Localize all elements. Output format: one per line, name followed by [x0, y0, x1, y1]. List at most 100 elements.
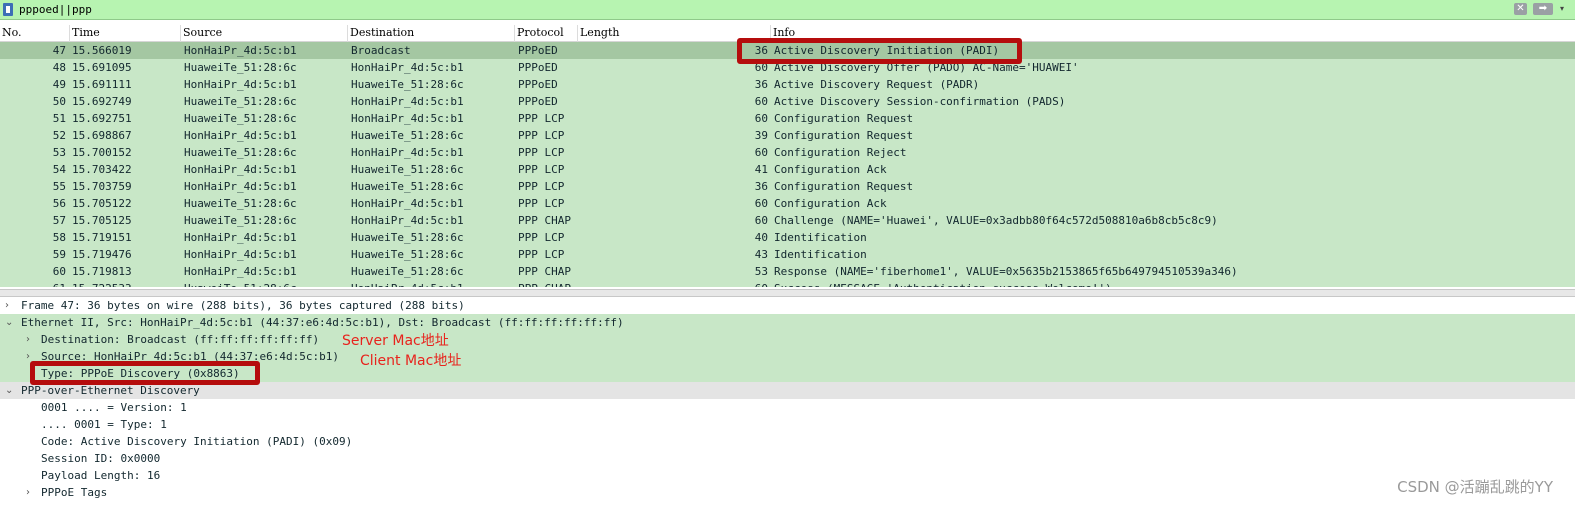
packet-protocol: PPP CHAP	[518, 265, 571, 278]
bookmark-icon[interactable]	[3, 3, 13, 16]
packet-row[interactable]: 55 15.703759 HonHaiPr_4d:5c:b1 HuaweiTe_51:…	[0, 178, 1575, 195]
packet-row[interactable]: 58 15.719151 HonHaiPr_4d:5c:b1 HuaweiTe_51:…	[0, 229, 1575, 246]
packet-length: 60	[754, 197, 768, 210]
packet-protocol: PPP LCP	[518, 197, 565, 210]
packet-row[interactable]: 60 15.719813 HonHaiPr_4d:5c:b1 HuaweiTe_51:…	[0, 263, 1575, 280]
packet-time: 15.719813	[72, 265, 132, 278]
packet-no: 56	[52, 197, 66, 210]
packet-source: HuaweiTe_51:28:6c	[184, 112, 297, 125]
column-header-source[interactable]: Source	[181, 25, 348, 42]
packet-row[interactable]: 59 15.719476 HonHaiPr_4d:5c:b1 HuaweiTe_51:…	[0, 246, 1575, 263]
packet-time: 15.566019	[72, 44, 132, 57]
apply-filter-icon[interactable]: ➡	[1533, 3, 1553, 15]
packet-row[interactable]: 56 15.705122 HuaweiTe_51:28:6c HonHaiPr_4d:…	[0, 195, 1575, 212]
column-header-no[interactable]: No.	[0, 25, 70, 42]
packet-destination: HuaweiTe_51:28:6c	[351, 129, 464, 142]
packet-time: 15.703422	[72, 163, 132, 176]
packet-source: HuaweiTe_51:28:6c	[184, 61, 297, 74]
packet-time: 15.705122	[72, 197, 132, 210]
packet-info: Configuration Request	[774, 112, 914, 125]
packet-info: Success (MESSAGE='Authentication success…	[774, 280, 1112, 287]
detail-tree-item[interactable]: › Frame 47: 36 bytes on wire (288 bits), …	[0, 297, 1575, 314]
packet-row[interactable]: 49 15.691111 HonHaiPr_4d:5c:b1 HuaweiTe_51:…	[0, 76, 1575, 93]
packet-no: 59	[52, 248, 66, 261]
packet-destination: HuaweiTe_51:28:6c	[351, 248, 464, 261]
expand-toggle-icon[interactable]: ›	[5, 297, 15, 314]
detail-tree-item[interactable]: › Destination: Broadcast (ff:ff:ff:ff:ff:…	[0, 331, 1575, 348]
detail-text: Destination: Broadcast (ff:ff:ff:ff:ff:f…	[41, 333, 320, 346]
filter-history-dropdown-icon[interactable]: ▾	[1560, 3, 1570, 15]
detail-tree-item[interactable]: .... 0001 = Type: 1	[0, 416, 1575, 433]
packet-protocol: PPPoED	[518, 44, 558, 57]
packet-source: HuaweiTe_51:28:6c	[184, 280, 297, 287]
packet-no: 49	[52, 78, 66, 91]
display-filter-bar: ✕ ➡ ▾	[0, 0, 1575, 20]
column-header-destination[interactable]: Destination	[348, 25, 515, 42]
column-header-time[interactable]: Time	[70, 25, 181, 42]
packet-protocol: PPPoED	[518, 78, 558, 91]
packet-protocol: PPP LCP	[518, 248, 565, 261]
clear-filter-icon[interactable]: ✕	[1514, 3, 1527, 15]
packet-time: 15.692749	[72, 95, 132, 108]
packet-no: 53	[52, 146, 66, 159]
packet-destination: HuaweiTe_51:28:6c	[351, 78, 464, 91]
detail-tree-item[interactable]: › PPPoE Tags	[0, 484, 1575, 501]
packet-no: 48	[52, 61, 66, 74]
packet-protocol: PPP LCP	[518, 129, 565, 142]
packet-length: 60	[754, 95, 768, 108]
pppoe-type-callout	[30, 361, 260, 385]
expand-toggle-icon[interactable]: ⌄	[5, 314, 15, 331]
packet-protocol: PPPoED	[518, 95, 558, 108]
packet-no: 50	[52, 95, 66, 108]
packet-destination: HuaweiTe_51:28:6c	[351, 231, 464, 244]
detail-tree-item[interactable]: 0001 .... = Version: 1	[0, 399, 1575, 416]
packet-info: Configuration Ack	[774, 197, 887, 210]
detail-text: Payload Length: 16	[41, 469, 161, 482]
packet-row[interactable]: 50 15.692749 HuaweiTe_51:28:6c HonHaiPr_4d:…	[0, 93, 1575, 110]
packet-length: 60	[754, 146, 768, 159]
packet-row[interactable]: 51 15.692751 HuaweiTe_51:28:6c HonHaiPr_4d:…	[0, 110, 1575, 127]
packet-info: Identification	[774, 231, 867, 244]
packet-info: Configuration Request	[774, 180, 914, 193]
packet-time: 15.698867	[72, 129, 132, 142]
packet-row[interactable]: 53 15.700152 HuaweiTe_51:28:6c HonHaiPr_4d:…	[0, 144, 1575, 161]
packet-no: 57	[52, 214, 66, 227]
packet-length: 43	[754, 248, 768, 261]
packet-source: HonHaiPr_4d:5c:b1	[184, 265, 297, 278]
column-header-protocol[interactable]: Protocol	[515, 25, 578, 42]
detail-tree-item[interactable]: Payload Length: 16	[0, 467, 1575, 484]
detail-tree-item[interactable]: Session ID: 0x0000	[0, 450, 1575, 467]
detail-tree-item[interactable]: ⌄ Ethernet II, Src: HonHaiPr_4d:5c:b1 (44…	[0, 314, 1575, 331]
packet-time: 15.691095	[72, 61, 132, 74]
packet-row[interactable]: 57 15.705125 HuaweiTe_51:28:6c HonHaiPr_4d:…	[0, 212, 1575, 229]
detail-tree-item[interactable]: Code: Active Discovery Initiation (PADI)…	[0, 433, 1575, 450]
packet-row[interactable]: 54 15.703422 HonHaiPr_4d:5c:b1 HuaweiTe_51:…	[0, 161, 1575, 178]
detail-text: Code: Active Discovery Initiation (PADI)…	[41, 435, 353, 448]
packet-source: HuaweiTe_51:28:6c	[184, 197, 297, 210]
packet-row[interactable]: 52 15.698867 HonHaiPr_4d:5c:b1 HuaweiTe_51:…	[0, 127, 1575, 144]
packet-time: 15.705125	[72, 214, 132, 227]
packet-source: HonHaiPr_4d:5c:b1	[184, 231, 297, 244]
packet-length: 60	[740, 280, 768, 287]
expand-toggle-icon[interactable]: ›	[26, 331, 36, 348]
csdn-watermark: CSDN @活蹦乱跳的YY	[1397, 478, 1553, 496]
pane-splitter[interactable]	[0, 289, 1575, 297]
packet-destination: HuaweiTe_51:28:6c	[351, 180, 464, 193]
display-filter-input[interactable]	[16, 2, 1514, 17]
packet-row[interactable]: 61 15.722533 HuaweiTe_51:28:6c HonHaiPr_4d:…	[0, 280, 1575, 287]
packet-time: 15.692751	[72, 112, 132, 125]
packet-time: 15.719151	[72, 231, 132, 244]
packet-protocol: PPP CHAP	[518, 280, 571, 287]
packet-protocol: PPP LCP	[518, 180, 565, 193]
packet-no: 51	[52, 112, 66, 125]
packet-destination: HonHaiPr_4d:5c:b1	[351, 280, 464, 287]
packet-protocol: PPP LCP	[518, 112, 565, 125]
packet-info: Configuration Reject	[774, 146, 907, 159]
packet-info: Configuration Request	[774, 129, 914, 142]
packet-length: 60	[754, 214, 768, 227]
packet-destination: HonHaiPr_4d:5c:b1	[351, 146, 464, 159]
expand-toggle-icon[interactable]: ⌄	[5, 382, 15, 399]
packet-destination: HonHaiPr_4d:5c:b1	[351, 95, 464, 108]
expand-toggle-icon[interactable]: ›	[26, 484, 36, 501]
detail-text: .... 0001 = Type: 1	[41, 418, 167, 431]
